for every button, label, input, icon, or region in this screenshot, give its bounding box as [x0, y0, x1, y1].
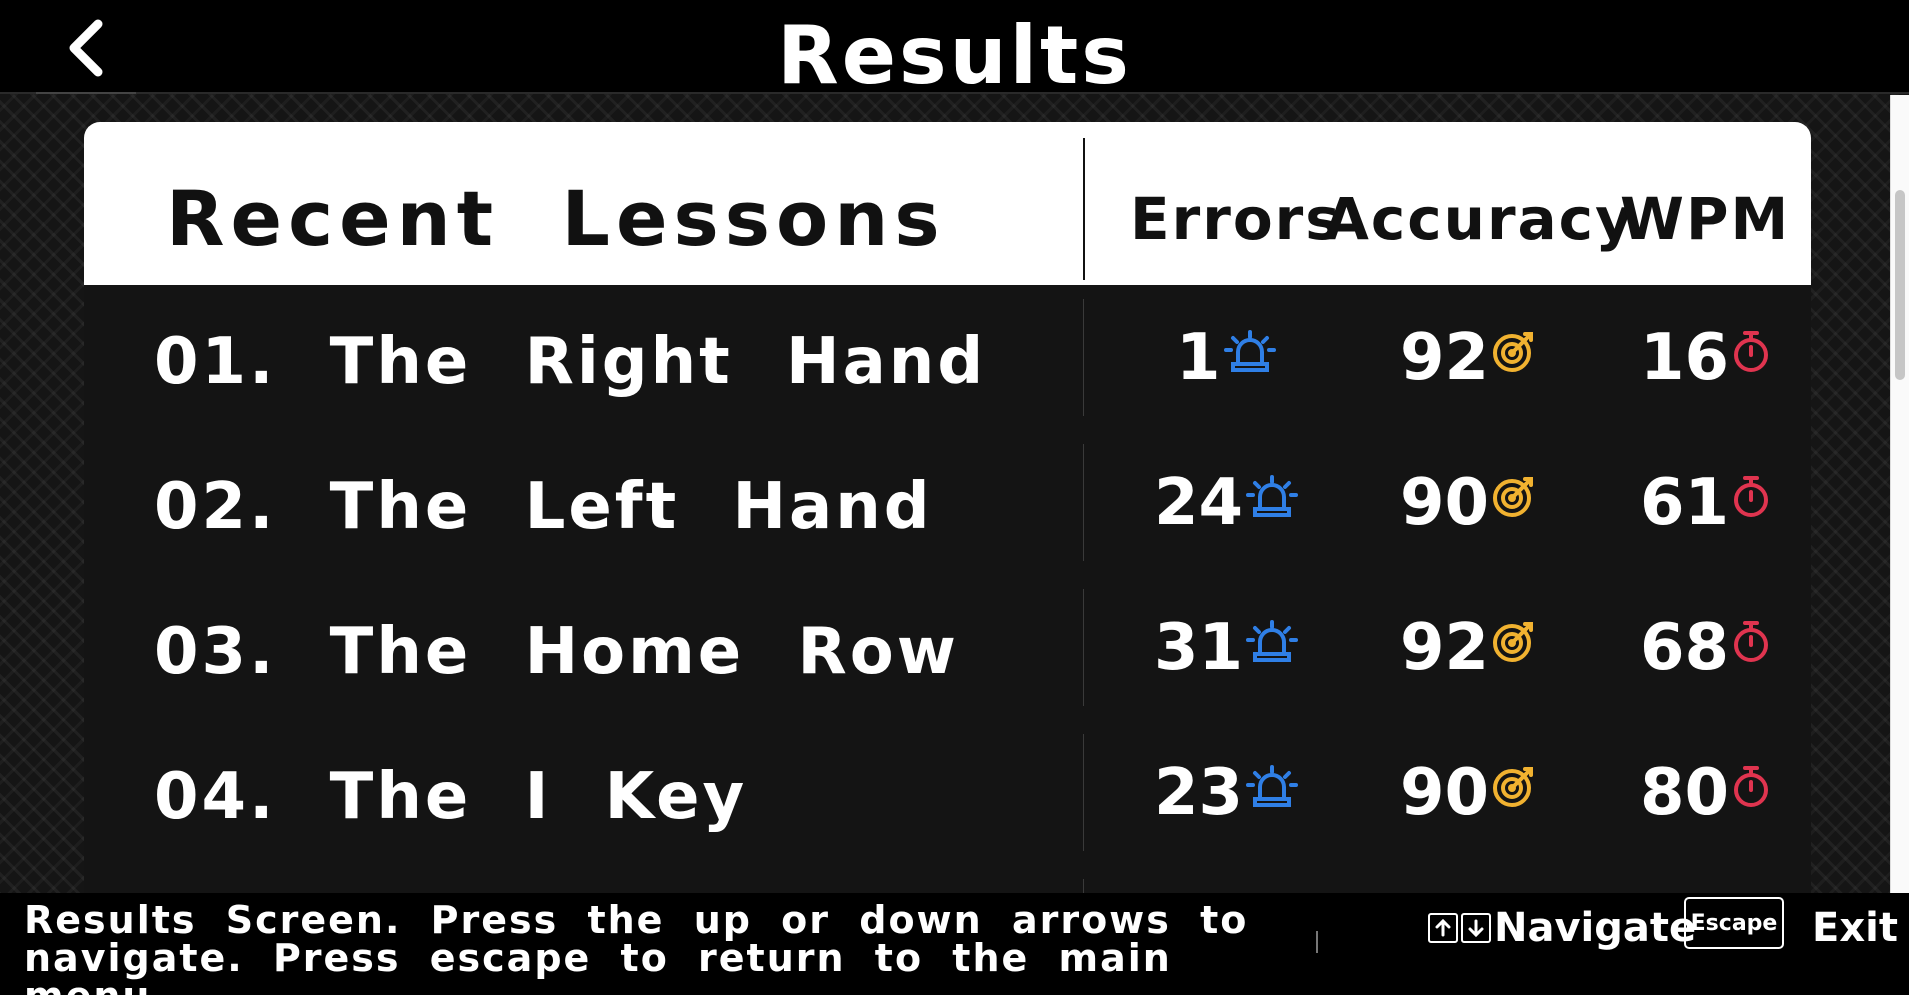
wpm-value: 16: [1640, 321, 1771, 395]
lesson-title: 01. The Right Hand: [154, 325, 987, 399]
accuracy-value: 92: [1400, 321, 1537, 395]
exit-label: Exit: [1812, 905, 1898, 951]
errors-value: 31: [1154, 611, 1299, 685]
wpm-number: 68: [1640, 611, 1730, 685]
siren-icon: [1246, 475, 1299, 517]
stopwatch-icon: [1734, 766, 1769, 807]
errors-count: 24: [1154, 466, 1244, 540]
lesson-title: 04. The I Key: [154, 760, 748, 834]
accuracy-percent: 90: [1400, 756, 1490, 830]
stopwatch-icon: [1734, 331, 1769, 372]
scrollbar-thumb[interactable]: [1895, 190, 1905, 380]
stopwatch-icon: [1734, 621, 1769, 662]
target-icon: [1493, 767, 1534, 807]
accuracy-value: 90: [1400, 466, 1537, 540]
errors-column-header: Errors: [1130, 185, 1342, 253]
title-bar: Results: [0, 0, 1909, 102]
lesson-row[interactable]: 02. The Left Hand 24 90 61: [84, 430, 1811, 576]
lesson-row[interactable]: 01. The Right Hand 1 92 16: [84, 285, 1811, 431]
status-divider: [1316, 931, 1318, 953]
accuracy-percent: 90: [1400, 466, 1490, 540]
lesson-row[interactable]: 04. The I Key 23 90 80: [84, 720, 1811, 866]
escape-key-button[interactable]: Escape: [1684, 897, 1784, 949]
exit-hint[interactable]: Exit: [1812, 893, 1898, 963]
errors-count: 23: [1154, 756, 1244, 830]
lesson-row[interactable]: 03. The Home Row 31 92 68: [84, 575, 1811, 721]
siren-icon: [1223, 330, 1276, 372]
wpm-column-header: WPM: [1620, 185, 1791, 253]
accuracy-percent: 92: [1400, 611, 1490, 685]
status-bar: Results Screen. Press the up or down arr…: [0, 893, 1909, 995]
target-icon: [1493, 332, 1534, 372]
wpm-value: 61: [1640, 466, 1771, 540]
errors-value: 24: [1154, 466, 1299, 540]
down-arrow-key-icon: [1461, 913, 1491, 943]
page-title: Results: [777, 9, 1132, 102]
lesson-title: 03. The Home Row: [154, 615, 959, 689]
row-divider: [1083, 444, 1084, 561]
target-icon: [1493, 477, 1534, 517]
wpm-number: 16: [1640, 321, 1730, 395]
wpm-value: 80: [1640, 756, 1771, 830]
errors-value: 1: [1176, 321, 1277, 395]
accuracy-percent: 92: [1400, 321, 1490, 395]
navigate-label: Navigate: [1494, 905, 1697, 951]
navigate-hint: Navigate: [1428, 893, 1696, 963]
scrollbar[interactable]: [1890, 95, 1909, 893]
recent-lessons-heading: Recent Lessons: [166, 174, 946, 263]
errors-count: 1: [1176, 321, 1221, 395]
row-divider: [1083, 589, 1084, 706]
wpm-value: 68: [1640, 611, 1771, 685]
errors-value: 23: [1154, 756, 1299, 830]
table-header: Recent Lessons Errors Accuracy WPM: [84, 122, 1811, 285]
wpm-number: 80: [1640, 756, 1730, 830]
accuracy-value: 90: [1400, 756, 1537, 830]
row-divider: [1083, 734, 1084, 851]
accuracy-column-header: Accuracy: [1324, 185, 1635, 253]
header-divider: [1083, 138, 1085, 280]
screen-reader-hint: Results Screen. Press the up or down arr…: [24, 898, 1249, 995]
results-screen: Results Recent Lessons Errors Accuracy W…: [0, 0, 1909, 995]
siren-icon: [1246, 620, 1299, 662]
errors-count: 31: [1154, 611, 1244, 685]
wpm-number: 61: [1640, 466, 1730, 540]
target-icon: [1493, 622, 1534, 662]
stopwatch-icon: [1734, 476, 1769, 517]
siren-icon: [1246, 765, 1299, 807]
lesson-row[interactable]: [84, 865, 1811, 895]
row-divider: [1083, 299, 1084, 416]
escape-key-label: Escape: [1690, 910, 1778, 936]
lesson-title: 02. The Left Hand: [154, 470, 933, 544]
results-table[interactable]: Recent Lessons Errors Accuracy WPM 01. T…: [84, 122, 1811, 895]
accuracy-value: 92: [1400, 611, 1537, 685]
up-arrow-key-icon: [1428, 913, 1458, 943]
